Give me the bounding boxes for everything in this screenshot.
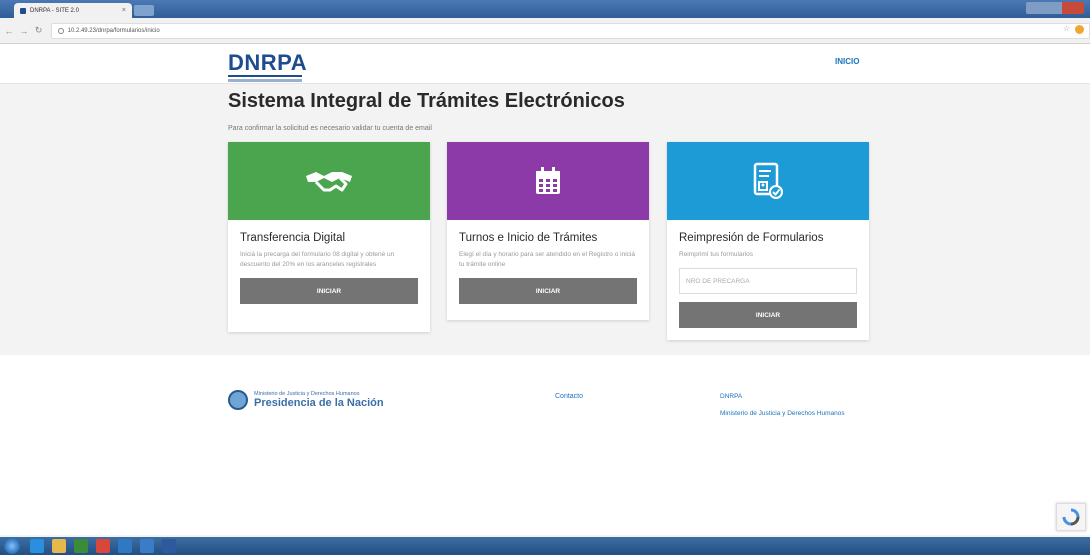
back-arrow-icon[interactable]: ← <box>3 26 15 36</box>
card-turnos: Turnos e Inicio de Trámites Elegí el día… <box>447 142 649 320</box>
chrome-icon[interactable] <box>96 539 110 553</box>
contacto-link[interactable]: Contacto <box>555 393 583 400</box>
footer-dnrpa-link[interactable]: DNRPA <box>720 393 742 400</box>
new-tab-button[interactable] <box>134 5 154 16</box>
ie-icon[interactable] <box>30 539 44 553</box>
info-icon <box>57 27 64 34</box>
presidencia-name: Presidencia de la Nación <box>254 397 384 409</box>
browser-tab-bar: DNRPA - SITE 2.0 × <box>0 0 1090 18</box>
start-button[interactable] <box>4 538 20 554</box>
card-description: Reimprimí tus formularios <box>679 251 754 258</box>
card-title: Turnos e Inicio de Trámites <box>459 232 598 244</box>
folder-icon[interactable] <box>52 539 66 553</box>
card-description: Iniciá la precarga del formulario 08 dig… <box>240 251 395 268</box>
card-title: Transferencia Digital <box>240 232 346 244</box>
reload-icon[interactable]: ↻ <box>33 25 45 36</box>
logo-text: DNRPA <box>228 50 308 75</box>
url-field[interactable]: 10.2.49.23/dnrpa/formularios/inicio <box>50 22 1090 39</box>
extension-icon[interactable] <box>1075 25 1084 34</box>
tab-close-icon[interactable]: × <box>122 7 126 14</box>
media-icon[interactable] <box>74 539 88 553</box>
ministry-logo[interactable]: Ministerio de Justicia y Derechos Humano… <box>228 390 384 410</box>
card-banner <box>667 142 869 220</box>
calendar-icon <box>536 167 560 194</box>
form-document-icon <box>753 162 783 199</box>
iniciar-turnos-button[interactable]: INICIAR <box>459 278 637 304</box>
card-title: Reimpresión de Formularios <box>679 232 824 244</box>
site-footer: Ministerio de Justicia y Derechos Humano… <box>0 355 1090 535</box>
card-description: Elegí el día y horario para ser atendido… <box>459 251 635 268</box>
logo-subtext <box>228 79 302 82</box>
page-title: Sistema Integral de Trámites Electrónico… <box>228 90 625 112</box>
browser-tab[interactable]: DNRPA - SITE 2.0 × <box>14 3 132 18</box>
word-icon[interactable] <box>162 539 176 553</box>
app-icon[interactable] <box>140 539 154 553</box>
favicon-icon <box>20 7 26 14</box>
iniciar-reimpresion-button[interactable]: INICIAR <box>679 302 857 328</box>
national-seal-icon <box>228 390 248 410</box>
card-banner <box>228 142 430 220</box>
window-controls[interactable] <box>1026 2 1084 14</box>
card-reimpresion: Reimpresión de Formularios Reimprimí tus… <box>667 142 869 340</box>
iniciar-transferencia-button[interactable]: INICIAR <box>240 278 418 304</box>
handshake-icon <box>306 172 352 192</box>
tab-title: DNRPA - SITE 2.0 <box>30 7 79 14</box>
app-icon[interactable] <box>118 539 132 553</box>
bookmark-star-icon[interactable]: ☆ <box>1063 24 1070 33</box>
forward-arrow-icon[interactable]: → <box>18 26 30 36</box>
card-banner <box>447 142 649 220</box>
recaptcha-icon <box>1062 508 1080 526</box>
card-transferencia-digital: Transferencia Digital Iniciá la precarga… <box>228 142 430 332</box>
nro-precarga-input[interactable]: NRO DE PRECARGA <box>679 268 857 294</box>
recaptcha-badge[interactable] <box>1056 503 1086 531</box>
dnrpa-logo[interactable]: DNRPA <box>228 50 307 82</box>
site-header: DNRPA INICIO <box>0 44 1090 84</box>
page-subtitle: Para confirmar la solicitud es necesario… <box>228 125 432 132</box>
address-bar: ← → ↻ 10.2.49.23/dnrpa/formularios/inici… <box>0 18 1090 44</box>
nav-inicio-link[interactable]: INICIO <box>835 57 859 66</box>
windows-taskbar <box>0 537 1090 555</box>
url-text: 10.2.49.23/dnrpa/formularios/inicio <box>67 27 160 34</box>
footer-ministerio-link[interactable]: Ministerio de Justicia y Derechos Humano… <box>720 409 870 418</box>
